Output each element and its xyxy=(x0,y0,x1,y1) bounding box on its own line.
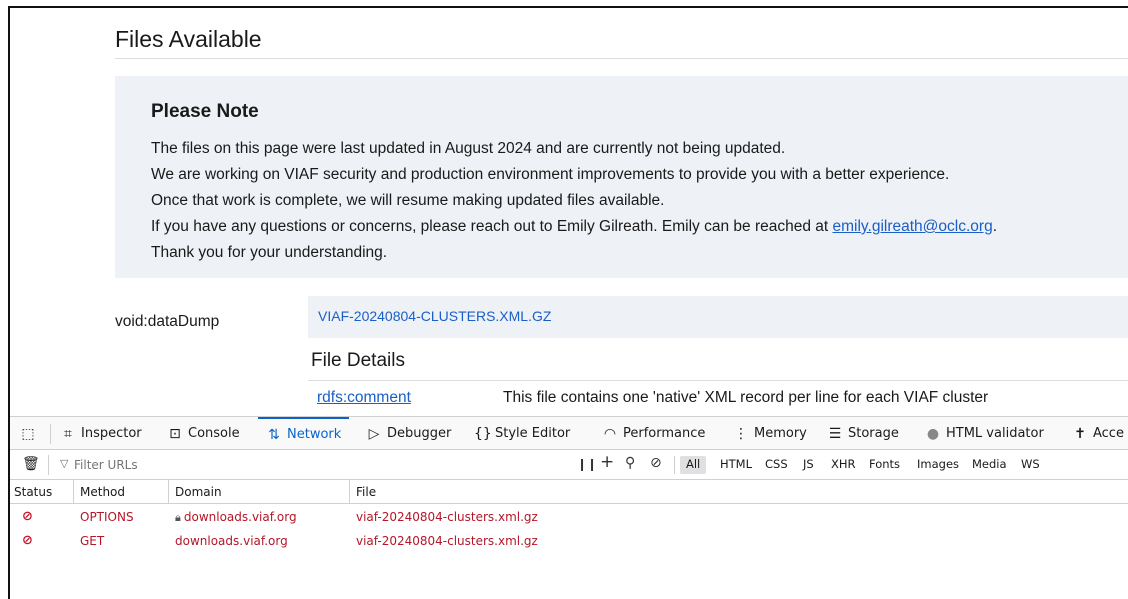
tab-performance[interactable]: ◠ Performance xyxy=(602,417,706,450)
notice-box: Please Note The files on this page were … xyxy=(115,76,1128,278)
tab-network[interactable]: ⇅ Network xyxy=(258,417,350,450)
title-divider xyxy=(115,58,1128,59)
data-dump-link[interactable]: VIAF-20240804-CLUSTERS.XML.GZ xyxy=(318,308,551,324)
table-row[interactable]: ⊘ GET downloads.viaf.org viaf-20240804-c… xyxy=(10,529,1128,553)
type-filter-images[interactable]: Images xyxy=(911,456,965,474)
type-filter-css[interactable]: CSS xyxy=(759,456,794,474)
tab-label: Inspector xyxy=(81,426,142,441)
tab-label: Memory xyxy=(754,426,807,441)
clear-requests-icon[interactable]: 🗑 xyxy=(22,456,40,472)
tab-label: Acce xyxy=(1093,426,1124,441)
file-details-divider xyxy=(308,380,1128,381)
request-file: viaf-20240804-clusters.xml.gz xyxy=(356,510,538,524)
type-filter-all[interactable]: All xyxy=(680,456,707,474)
email-link[interactable]: emily.gilreath@oclc.org xyxy=(833,218,993,235)
tab-label: Performance xyxy=(623,426,706,441)
network-filter-bar: 🗑 ▽ ❙❙ + ⚲ ⊘ All HTML CSS JS XHR Fonts I… xyxy=(10,450,1128,480)
pause-icon[interactable]: ❙❙ xyxy=(577,457,597,471)
filter-divider xyxy=(48,455,49,475)
filter-divider xyxy=(674,456,675,474)
request-method: GET xyxy=(80,534,105,548)
request-domain: downloads.viaf.org xyxy=(183,510,297,524)
table-row[interactable]: ⊘ OPTIONS 🔒︎ downloads.viaf.org viaf-2024… xyxy=(10,505,1128,529)
notice-line-contact: If you have any questions or concerns, p… xyxy=(151,218,997,236)
filter-urls-input[interactable] xyxy=(56,454,556,476)
accessibility-icon: ✝ xyxy=(1074,425,1086,442)
type-filter-html[interactable]: HTML xyxy=(714,456,758,474)
block-requests-icon[interactable]: ⊘ xyxy=(650,455,662,471)
tab-label: Style Editor xyxy=(495,426,571,441)
rdfs-comment-link[interactable]: rdfs:comment xyxy=(317,389,411,407)
column-header-method[interactable]: Method xyxy=(74,480,169,504)
notice-line: We are working on VIAF security and prod… xyxy=(151,166,950,183)
column-header-status[interactable]: Status xyxy=(10,480,74,504)
column-header-domain[interactable]: Domain xyxy=(169,480,350,504)
tab-console[interactable]: ⊡ Console xyxy=(167,417,240,450)
element-picker-button[interactable]: ⬚ xyxy=(20,417,36,450)
notice-contact-text: If you have any questions or concerns, p… xyxy=(151,218,833,235)
request-method: OPTIONS xyxy=(80,510,134,524)
tab-storage[interactable]: ☰ Storage xyxy=(827,417,899,450)
table-header-row: Status Method Domain File xyxy=(10,480,1128,504)
tab-label: Storage xyxy=(848,426,899,441)
tab-style-editor[interactable]: {} Style Editor xyxy=(474,417,570,450)
page-title: Files Available xyxy=(115,26,262,52)
inspector-icon: ⌗ xyxy=(64,425,72,442)
notice-heading: Please Note xyxy=(151,101,259,122)
type-filter-fonts[interactable]: Fonts xyxy=(863,456,906,474)
lock-icon: 🔒︎ xyxy=(175,511,181,524)
network-icon: ⇅ xyxy=(268,426,280,443)
browser-viewport: Files Available Please Note The files on… xyxy=(8,6,1128,599)
performance-icon: ◠ xyxy=(603,425,617,442)
tab-memory[interactable]: ⋮ Memory xyxy=(733,417,807,450)
type-filter-js[interactable]: JS xyxy=(797,456,820,474)
file-details-heading: File Details xyxy=(311,350,405,371)
page-content: Files Available Please Note The files on… xyxy=(10,8,1128,416)
search-icon[interactable]: ⚲ xyxy=(625,455,635,471)
storage-icon: ☰ xyxy=(828,425,842,442)
request-domain: downloads.viaf.org xyxy=(175,534,288,548)
tab-html-validator[interactable]: ● HTML validator xyxy=(925,417,1044,450)
devtools-toolbar: ⬚ ⌗ Inspector ⊡ Console ⇅ Network ▷ Debugger… xyxy=(10,416,1128,450)
type-filter-ws[interactable]: WS xyxy=(1015,456,1046,474)
notice-line: Once that work is complete, we will resu… xyxy=(151,192,665,209)
notice-line: Thank you for your understanding. xyxy=(151,244,388,261)
blocked-icon: ⊘ xyxy=(22,509,33,524)
add-request-blocking-icon[interactable]: + xyxy=(600,452,614,472)
type-filter-xhr[interactable]: XHR xyxy=(825,456,862,474)
tab-label: Console xyxy=(188,426,240,441)
notice-line: The files on this page were last updated… xyxy=(151,140,786,157)
html-validator-icon: ● xyxy=(926,425,940,442)
data-dump-row: VIAF-20240804-CLUSTERS.XML.GZ xyxy=(308,296,1128,338)
console-icon: ⊡ xyxy=(169,425,181,442)
type-filter-media[interactable]: Media xyxy=(966,456,1013,474)
style-editor-icon: {} xyxy=(474,425,492,442)
toolbar-divider xyxy=(50,424,51,444)
devtools-panel: ⬚ ⌗ Inspector ⊡ Console ⇅ Network ▷ Debugger… xyxy=(10,416,1128,599)
tab-accessibility[interactable]: ✝ Acce xyxy=(1072,417,1124,450)
memory-icon: ⋮ xyxy=(734,425,748,442)
pick-element-icon: ⬚ xyxy=(21,425,35,442)
tab-debugger[interactable]: ▷ Debugger xyxy=(366,417,452,450)
debugger-icon: ▷ xyxy=(368,425,380,442)
data-dump-label: void:dataDump xyxy=(115,313,220,330)
tab-label: Network xyxy=(287,427,342,442)
request-domain-cell: 🔒︎ downloads.viaf.org xyxy=(169,505,350,529)
column-header-file[interactable]: File xyxy=(350,480,1128,504)
tab-inspector[interactable]: ⌗ Inspector xyxy=(60,417,142,450)
tab-label: Debugger xyxy=(387,426,452,441)
tab-label: HTML validator xyxy=(946,426,1044,441)
notice-contact-suffix: . xyxy=(992,218,997,235)
blocked-icon: ⊘ xyxy=(22,533,33,548)
rdfs-comment-value: This file contains one 'native' XML reco… xyxy=(503,389,989,406)
request-file: viaf-20240804-clusters.xml.gz xyxy=(356,534,538,548)
